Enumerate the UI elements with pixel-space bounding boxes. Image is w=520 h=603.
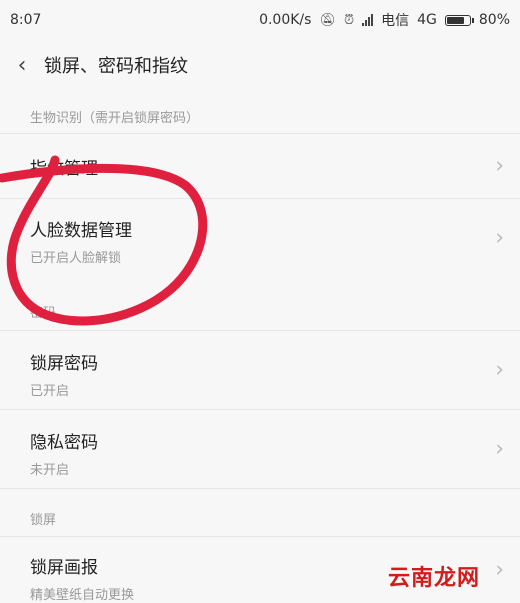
lock-password-title: 锁屏密码: [30, 354, 98, 374]
status-right: 0.00K/s 🔕︎ ⏰︎ 电信 4G 80%: [259, 10, 510, 30]
lock-password-subtitle: 已开启: [30, 384, 70, 399]
battery-percent: 80%: [478, 12, 510, 28]
face-title: 人脸数据管理: [30, 221, 132, 241]
network-speed: 0.00K/s: [259, 12, 312, 28]
signal-icon: [362, 14, 374, 26]
privacy-password-subtitle: 未开启: [30, 463, 70, 478]
page-title: 锁屏、密码和指纹: [44, 56, 188, 77]
chevron-left-icon: ‹: [17, 52, 27, 78]
back-button[interactable]: ‹: [0, 40, 44, 90]
divider: [0, 488, 520, 489]
section-label-lockscreen: 锁屏: [30, 513, 57, 528]
silent-icon: 🔕︎: [319, 12, 336, 28]
page-header: ‹ 锁屏、密码和指纹: [0, 40, 520, 90]
chevron-right-icon: ›: [495, 225, 504, 251]
status-bar: 8:07 0.00K/s 🔕︎ ⏰︎ 电信 4G 80%: [0, 0, 520, 40]
chevron-right-icon: ›: [495, 557, 504, 582]
list-item-lock-password[interactable]: 锁屏密码 已开启 ›: [0, 331, 520, 409]
fingerprint-title: 指纹管理: [30, 158, 98, 179]
chevron-right-icon: ›: [495, 357, 504, 383]
section-label-password: 密码: [30, 306, 57, 321]
section-label-biometrics: 生物识别（需开启锁屏密码）: [30, 111, 200, 126]
status-time: 8:07: [10, 12, 42, 28]
network-type: 4G: [417, 12, 437, 28]
face-subtitle: 已开启人脸解锁: [30, 251, 122, 266]
carrier-name: 电信: [381, 13, 410, 29]
list-item-face-data[interactable]: 人脸数据管理 已开启人脸解锁 ›: [0, 199, 520, 277]
chevron-right-icon: ›: [495, 153, 504, 179]
watermark: 云南龙网: [388, 566, 481, 591]
alarm-icon: ⏰︎: [343, 12, 355, 28]
battery-icon: [444, 14, 474, 26]
chevron-right-icon: ›: [495, 436, 504, 462]
privacy-password-title: 隐私密码: [30, 433, 98, 453]
list-item-fingerprint[interactable]: 指纹管理 ›: [0, 134, 520, 198]
list-item-privacy-password[interactable]: 隐私密码 未开启 ›: [0, 410, 520, 488]
